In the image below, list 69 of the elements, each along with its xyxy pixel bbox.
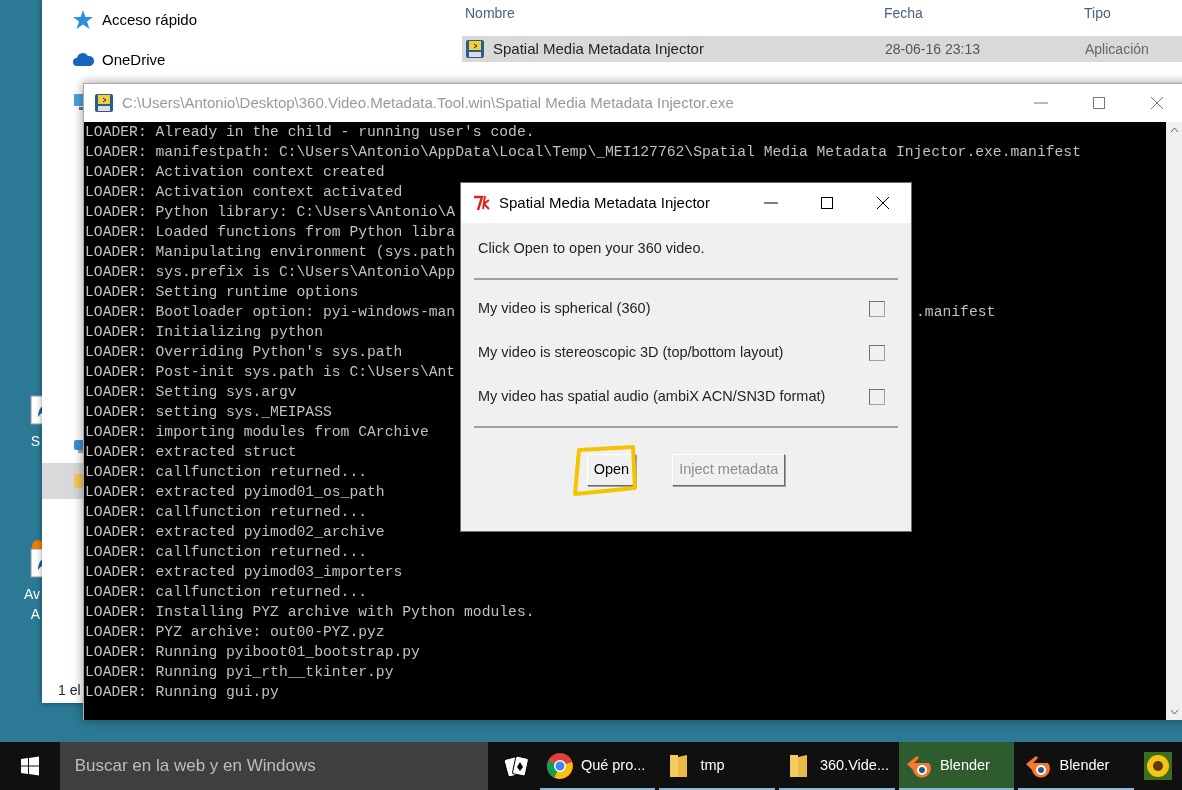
search-field[interactable]: Buscar en la web y en Windows [59,742,488,790]
console-line: LOADER: extracted pyimod01_os_path [85,484,385,500]
console-line: LOADER: Manipulating environment (sys.path [85,244,456,260]
window-title: Spatial Media Metadata Injector [499,192,710,213]
checkbox[interactable] [869,301,885,317]
status-text: 1 el [58,681,81,700]
console-line: LOADER: Setting runtime options [85,284,359,300]
column-header[interactable]: Fecha [884,3,923,24]
maximize-icon[interactable] [818,194,836,212]
console-line: LOADER: setting sys._MEIPASS [85,404,332,420]
desktop-icon-label[interactable]: A [30,604,40,624]
console-line: LOADER: Python library: C:\Users\Antonio\A [85,204,456,220]
console-line: LOADER: Running pyi_rth__tkinter.py [85,664,394,680]
console-line: LOADER: PYZ archive: out00-PYZ.pyz [85,624,385,640]
console-line: LOADER: extracted pyimod02_archive [85,524,385,540]
file-date: 28-06-16 23:13 [885,39,981,59]
console-line: LOADER: manifestpath: C:\Users\Antonio\AppData\Local\Temp\_MEI127762\Spatial Media Metadata Injector.exe.manifest [85,144,1081,160]
option-label: My video has spatial audio (ambiX ACN/SN3D format) [478,387,826,407]
shortcut-icon[interactable] [30,540,42,578]
console-line: LOADER: Post-init sys.path is C:\Users\Ant [85,364,456,380]
file-type: Aplicación [1085,39,1149,59]
column-header[interactable]: Nombre [465,3,515,24]
taskbar-button[interactable]: 360.Vide... [778,742,895,790]
console-line: LOADER: callfunction returned... [85,504,368,520]
desktop-icon-label[interactable]: S [30,431,40,451]
file-row[interactable]: Spatial Media Metadata Injector 28-06-16 23:13 Aplicación [462,36,1182,62]
computer-icon [72,91,83,113]
console-line: LOADER: Activation context activated [85,184,403,200]
taskbar-button[interactable]: tmp [659,742,775,790]
quick-access-star-icon [72,9,94,31]
console-line: LOADER: importing modules from CArchive [85,424,429,440]
close-icon[interactable] [874,194,892,212]
desktop-icon-label[interactable]: Av [23,584,40,604]
console-line: LOADER: Bootloader option: pyi-windows-man [85,304,456,320]
checkbox[interactable] [869,345,885,361]
open-button[interactable]: Open [586,454,637,486]
window-title: C:\Users\Antonio\Desktop\360.Video.Metadata.Tool.win\Spatial Media Metadata Injector.exe [122,92,734,113]
console-line: LOADER: extracted struct [85,444,297,460]
chrome-icon [545,752,574,780]
console-line: LOADER: Already in the child - running user's code. [85,124,535,140]
taskbar-button[interactable]: Blender [1018,742,1134,790]
sunflower-icon [1144,752,1172,780]
windows-start-icon[interactable] [19,756,40,776]
app-icon [94,93,114,113]
console-line: LOADER: Running pyiboot01_bootstrap.py [85,644,420,660]
console-line: LOADER: Loaded functions from Python libra [85,224,456,240]
console-line: LOADER: sys.prefix is C:\Users\Antonio\App [85,264,456,280]
instruction-text: Click Open to open your 360 video. [478,240,705,256]
column-header[interactable]: Tipo [1084,3,1111,24]
console-line: LOADER: callfunction returned... [85,464,368,480]
console-line: LOADER: callfunction returned... [85,584,368,600]
console-line: LOADER: Activation context created [85,164,385,180]
option-label: My video is stereoscopic 3D (top/bottom layout) [478,343,784,363]
taskbar-button[interactable]: Blender [898,742,1015,790]
app-icon [465,39,485,59]
console-line: LOADER: Installing PYZ archive with Python modules. [85,604,535,620]
console-line: LOADER: Setting sys.argv [85,384,297,400]
option-label: My video is spherical (360) [478,299,651,319]
console-line: LOADER: Running gui.py [85,684,279,700]
console-line: LOADER: Overriding Python's sys.path [85,344,403,360]
console-line: .manifest [916,303,996,322]
nav-item[interactable]: Acceso rápido [42,0,440,40]
file-name: Spatial Media Metadata Injector [493,38,705,59]
taskbar-button[interactable]: Qué pro... [539,742,656,790]
nav-item[interactable]: OneDrive [42,40,440,80]
checkbox[interactable] [869,389,885,405]
console-line: LOADER: Initializing python [85,324,323,340]
console-line: LOADER: callfunction returned... [85,544,368,560]
console-line: LOADER: extracted pyimod03_importers [85,564,403,580]
